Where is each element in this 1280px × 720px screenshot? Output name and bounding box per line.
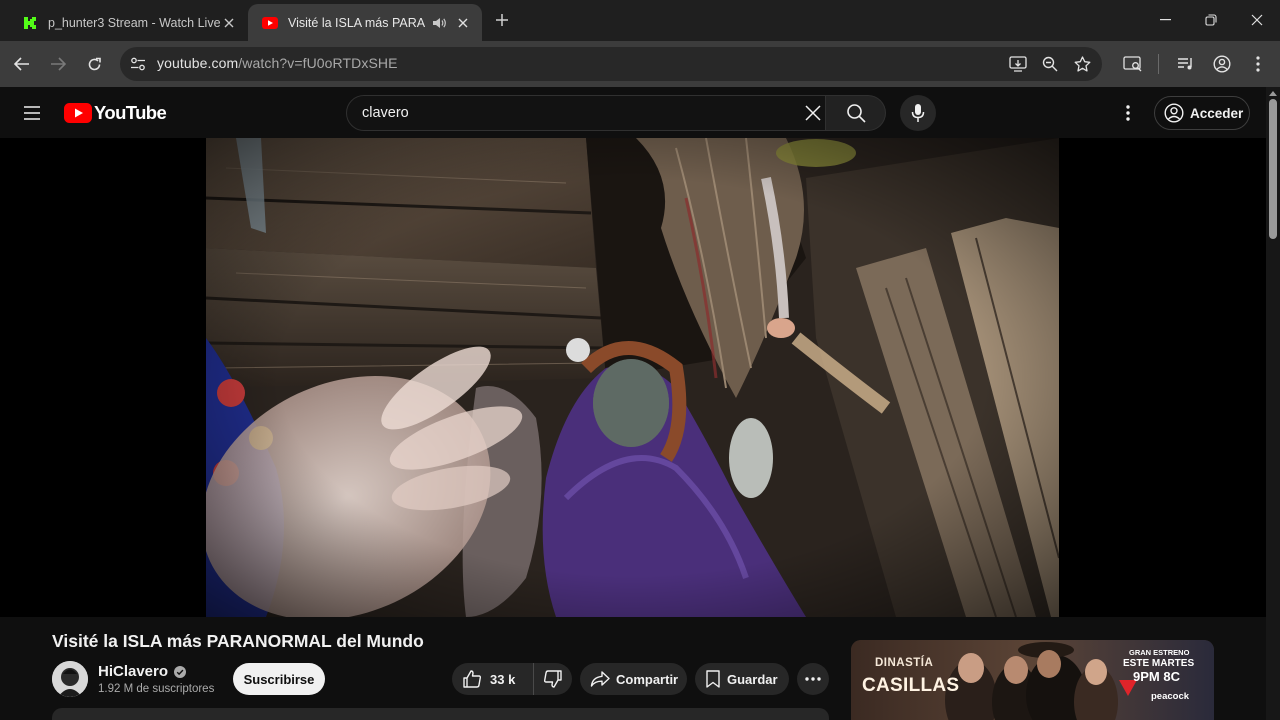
toolbar-divider [1158, 54, 1159, 74]
like-dislike-group: 33 k [452, 663, 572, 695]
subscriber-count: 1.92 M de suscriptores [98, 683, 215, 695]
tab-kick-stream[interactable]: p_hunter3 Stream - Watch Live [8, 4, 248, 41]
verified-badge-icon [174, 665, 187, 678]
voice-search-button[interactable] [900, 95, 936, 131]
back-arrow-icon[interactable] [7, 49, 37, 79]
scrollbar-thumb[interactable] [1269, 99, 1277, 239]
scroll-up-arrow-icon[interactable] [1269, 91, 1277, 96]
profile-icon[interactable] [1211, 53, 1233, 75]
speaker-icon[interactable] [432, 17, 448, 29]
save-label: Guardar [727, 671, 778, 687]
close-tab-icon[interactable] [220, 14, 238, 32]
video-player[interactable] [206, 138, 1059, 617]
ad-banner[interactable]: DINASTÍA CASILLAS GRAN ESTRENO ESTE MART… [851, 640, 1214, 720]
bookmark-star-icon[interactable] [1072, 54, 1092, 74]
ad-brand-line2: CASILLAS [862, 675, 960, 696]
video-title: Visité la ISLA más PARANORMAL del Mundo [52, 631, 424, 651]
tab-youtube-video[interactable]: Visité la ISLA más PARANORMAL del Mundo [248, 4, 482, 41]
kick-logo-icon [22, 15, 38, 31]
youtube-logo-icon [262, 15, 278, 31]
like-count: 33 k [490, 671, 516, 687]
description-box[interactable] [52, 708, 829, 720]
browser-toolbar: youtube.com/watch?v=fU0oRTDxSHE [0, 41, 1280, 87]
clear-search-icon[interactable] [800, 100, 826, 126]
ad-promo-line2: ESTE MARTES [1123, 658, 1195, 669]
account-circle-icon [1164, 103, 1184, 123]
cast-search-icon[interactable] [1122, 53, 1144, 75]
microphone-icon [911, 104, 925, 122]
ad-promo-line1: GRAN ESTRENO [1129, 648, 1190, 657]
close-window-icon[interactable] [1234, 0, 1280, 40]
sign-in-button[interactable]: Acceder [1154, 96, 1250, 130]
more-options-icon[interactable] [1116, 101, 1140, 125]
channel-avatar[interactable] [52, 661, 88, 697]
url-path: /watch?v=fU0oRTDxSHE [238, 55, 398, 71]
forward-arrow-icon[interactable] [43, 49, 73, 79]
search-icon [846, 104, 866, 123]
url-text[interactable]: youtube.com/watch?v=fU0oRTDxSHE [157, 55, 398, 71]
install-app-icon[interactable] [1008, 54, 1028, 74]
bookmark-icon [706, 670, 720, 688]
channel-name-text: HiClavero [98, 663, 169, 680]
share-label: Compartir [616, 671, 679, 687]
address-bar[interactable]: youtube.com/watch?v=fU0oRTDxSHE [120, 47, 1102, 81]
video-player-area [0, 138, 1266, 617]
media-control-icon[interactable] [1175, 53, 1197, 75]
youtube-header: YouTube Acceder [0, 87, 1266, 138]
share-arrow-icon [590, 671, 610, 687]
channel-name[interactable]: HiClavero [98, 663, 187, 680]
dislike-button[interactable] [534, 663, 572, 695]
youtube-play-logo-icon [64, 103, 92, 123]
youtube-logo-text: YouTube [94, 102, 167, 123]
search-input[interactable] [346, 95, 826, 131]
youtube-logo[interactable]: YouTube [64, 102, 167, 124]
thumbs-up-icon [463, 670, 482, 688]
reload-icon[interactable] [79, 49, 109, 79]
video-frame-image [206, 138, 1059, 617]
url-host: youtube.com [157, 55, 239, 71]
save-button[interactable]: Guardar [695, 663, 789, 695]
browser-menu-icon[interactable] [1247, 53, 1269, 75]
restore-icon[interactable] [1188, 0, 1234, 40]
ad-promo-line4: peacock [1151, 691, 1190, 702]
subscribe-button[interactable]: Suscribirse [233, 663, 325, 695]
page-scrollbar[interactable] [1266, 87, 1280, 720]
tab-title: p_hunter3 Stream - Watch Live [48, 15, 220, 30]
search-button[interactable] [826, 95, 886, 131]
minimize-icon[interactable] [1142, 0, 1188, 40]
zoom-icon[interactable] [1040, 54, 1060, 74]
ad-promo-line3: 9PM 8C [1133, 669, 1180, 684]
hamburger-menu-icon[interactable] [20, 101, 44, 125]
horizontal-dots-icon [805, 677, 821, 681]
tab-title: Visité la ISLA más PARANORMAL del Mundo [288, 15, 426, 30]
new-tab-plus-icon[interactable] [492, 10, 512, 30]
site-settings-icon[interactable] [126, 52, 150, 76]
more-actions-button[interactable] [797, 663, 829, 695]
thumbs-down-icon [543, 670, 562, 688]
search-box [346, 95, 886, 131]
like-button[interactable]: 33 k [452, 663, 534, 695]
ad-brand-line1: DINASTÍA [875, 657, 934, 669]
sign-in-label: Acceder [1190, 105, 1244, 121]
close-tab-icon[interactable] [454, 14, 472, 32]
share-button[interactable]: Compartir [580, 663, 687, 695]
browser-tabstrip: p_hunter3 Stream - Watch Live Visité la … [0, 0, 1280, 41]
